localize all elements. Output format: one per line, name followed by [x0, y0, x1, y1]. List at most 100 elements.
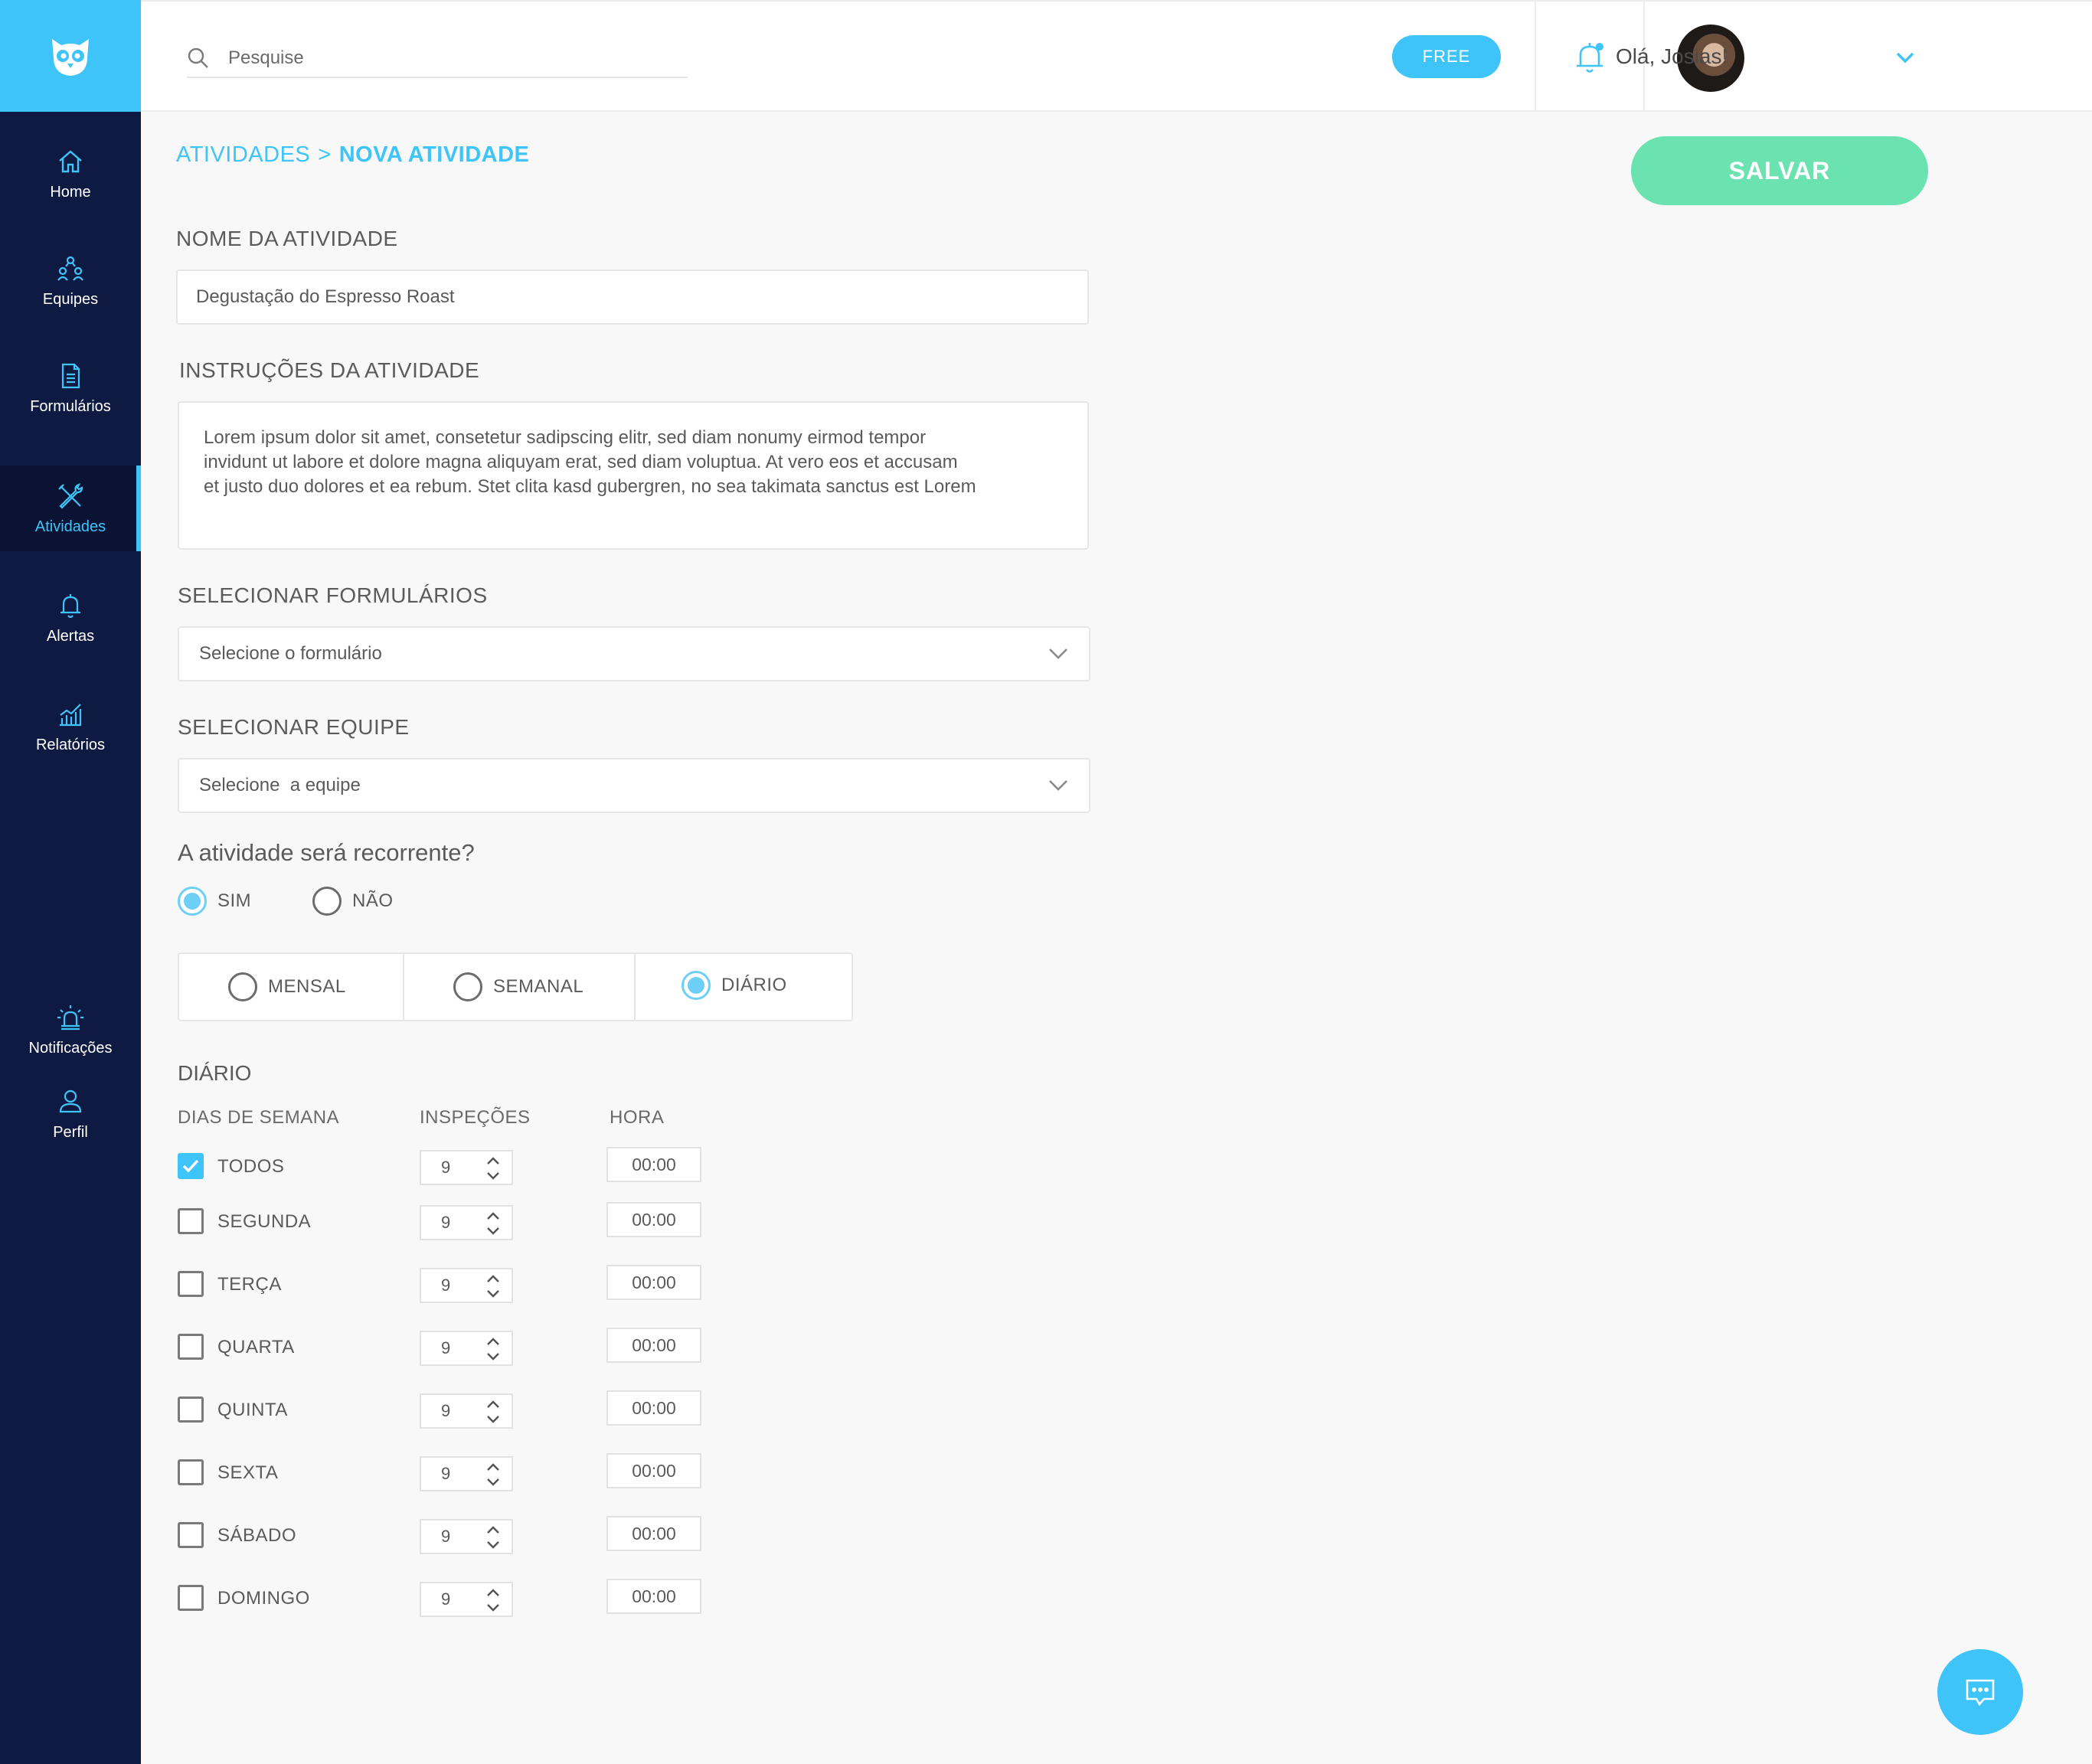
stepper-arrows-icon[interactable]: [485, 1335, 501, 1363]
breadcrumb-current: NOVA ATIVIDADE: [338, 142, 530, 167]
day-checkbox[interactable]: [178, 1334, 204, 1360]
sidebar-item-atividades[interactable]: Atividades: [0, 466, 141, 551]
notification-bell-icon[interactable]: [1573, 40, 1607, 75]
sidebar-item-label: Home: [50, 184, 91, 201]
inspections-stepper[interactable]: 9: [420, 1268, 513, 1303]
column-header-days: DIAS DE SEMANA: [178, 1107, 340, 1128]
stepper-arrows-icon[interactable]: [485, 1461, 501, 1488]
schedule-row: TERÇA 9 00:00: [178, 1265, 760, 1303]
instructions-line: Lorem ipsum dolor sit amet, consetetur s…: [204, 427, 927, 448]
frequency-weekly-radio[interactable]: SEMANAL: [453, 954, 583, 1020]
sidebar-item-relatorios[interactable]: Relatórios: [0, 700, 141, 776]
inspections-value: 9: [441, 1401, 451, 1420]
inspections-value: 9: [441, 1527, 451, 1546]
inspections-stepper[interactable]: 9: [420, 1456, 513, 1491]
inspections-value: 9: [441, 1589, 451, 1609]
sidebar-item-equipes[interactable]: Equipes: [0, 254, 141, 331]
chat-icon: [1966, 1679, 1995, 1707]
day-checkbox[interactable]: [178, 1153, 204, 1179]
home-icon: [59, 150, 82, 173]
sidebar-item-label: Formulários: [30, 398, 111, 415]
breadcrumb-parent-link[interactable]: ATIVIDADES: [176, 142, 310, 167]
frequency-divider: [634, 954, 636, 1020]
stepper-arrows-icon[interactable]: [485, 1210, 501, 1237]
sidebar-item-home[interactable]: Home: [0, 147, 141, 220]
day-checkbox[interactable]: [178, 1208, 204, 1234]
day-label: SEGUNDA: [217, 1211, 312, 1232]
breadcrumb-separator: >: [318, 142, 332, 167]
inspections-stepper[interactable]: 9: [420, 1205, 513, 1240]
stepper-arrows-icon[interactable]: [485, 1272, 501, 1300]
time-field[interactable]: 00:00: [606, 1328, 701, 1363]
chevron-down-icon[interactable]: [1894, 49, 1916, 66]
search-icon: [188, 47, 208, 68]
radio-circle: [453, 972, 482, 1001]
day-checkbox[interactable]: [178, 1522, 204, 1548]
inspections-stepper[interactable]: 9: [420, 1519, 513, 1554]
stepper-arrows-icon[interactable]: [485, 1398, 501, 1426]
radio-circle-checked: [682, 971, 711, 1000]
time-field[interactable]: 00:00: [606, 1579, 701, 1614]
day-checkbox[interactable]: [178, 1459, 204, 1485]
day-checkbox[interactable]: [178, 1585, 204, 1611]
inspections-stepper[interactable]: 9: [420, 1331, 513, 1366]
free-plan-button[interactable]: FREE: [1392, 35, 1501, 78]
stepper-arrows-icon[interactable]: [485, 1155, 501, 1182]
time-field[interactable]: 00:00: [606, 1202, 701, 1237]
time-field[interactable]: 00:00: [606, 1390, 701, 1426]
instructions-line: et justo duo dolores et ea rebum. Stet c…: [204, 476, 976, 497]
select-forms-label: SELECIONAR FORMULÁRIOS: [178, 583, 488, 607]
schedule-title: DIÁRIO: [178, 1061, 252, 1085]
recurring-yes-radio[interactable]: SIM: [178, 887, 251, 916]
top-header: FREE Olá, Josias!: [141, 0, 2092, 112]
day-label: SEXTA: [217, 1462, 279, 1483]
stepper-arrows-icon[interactable]: [485, 1586, 501, 1614]
sidebar-item-formularios[interactable]: Formulários: [0, 361, 141, 438]
activity-name-input[interactable]: [178, 271, 1087, 323]
save-button[interactable]: SALVAR: [1631, 136, 1928, 205]
schedule-row: TODOS 9 00:00: [178, 1147, 760, 1185]
frequency-daily-radio[interactable]: DIÁRIO: [682, 952, 787, 1018]
sidebar-item-label: Perfil: [53, 1124, 88, 1141]
time-field[interactable]: 00:00: [606, 1453, 701, 1488]
stepper-arrows-icon[interactable]: [485, 1524, 501, 1551]
chat-button[interactable]: [1937, 1649, 2023, 1735]
column-header-inspections: INSPEÇÕES: [420, 1107, 531, 1128]
inspections-stepper[interactable]: 9: [420, 1582, 513, 1617]
instructions-line: invidunt ut labore et dolore magna aliqu…: [204, 452, 958, 472]
sidebar-item-label: Relatórios: [35, 737, 106, 753]
inspections-stepper[interactable]: 9: [420, 1150, 513, 1185]
search-input[interactable]: [228, 47, 657, 69]
alarm-icon: [57, 1005, 83, 1031]
time-field[interactable]: 00:00: [606, 1265, 701, 1300]
select-team-dropdown[interactable]: Selecione a equipe: [178, 758, 1090, 813]
sidebar-item-alertas[interactable]: Alertas: [0, 591, 141, 668]
inspections-value: 9: [441, 1158, 451, 1177]
time-field[interactable]: 00:00: [606, 1147, 701, 1182]
select-form-dropdown[interactable]: Selecione o formulário: [178, 626, 1090, 681]
sidebar-item-notificacoes[interactable]: Notificações: [0, 1003, 141, 1080]
day-label: TODOS: [217, 1156, 285, 1177]
day-label: DOMINGO: [217, 1588, 310, 1609]
inspections-value: 9: [441, 1276, 451, 1295]
day-checkbox[interactable]: [178, 1271, 204, 1297]
day-checkbox[interactable]: [178, 1396, 204, 1423]
recurring-question: A atividade será recorrente?: [178, 839, 475, 866]
schedule-row: DOMINGO 9 00:00: [178, 1579, 760, 1617]
radio-label: SIM: [217, 890, 252, 911]
frequency-monthly-radio[interactable]: MENSAL: [228, 954, 346, 1020]
radio-circle: [228, 972, 257, 1001]
frequency-selector: MENSAL SEMANAL DIÁRIO: [178, 952, 853, 1021]
activity-name-field[interactable]: [176, 270, 1089, 325]
time-field[interactable]: 00:00: [606, 1516, 701, 1551]
day-label: SÁBADO: [217, 1525, 297, 1546]
sidebar-item-perfil[interactable]: Perfil: [0, 1087, 141, 1164]
activity-instructions-textarea[interactable]: Lorem ipsum dolor sit amet, consetetur s…: [178, 401, 1089, 550]
chevron-down-icon: [1049, 780, 1067, 791]
breadcrumb: ATIVIDADES > NOVA ATIVIDADE: [176, 142, 529, 168]
bell-icon: [60, 594, 80, 619]
recurring-no-radio[interactable]: NÃO: [312, 887, 394, 916]
inspections-stepper[interactable]: 9: [420, 1393, 513, 1429]
app-logo[interactable]: [0, 0, 141, 112]
user-greeting[interactable]: Olá, Josias!: [1616, 44, 1728, 69]
